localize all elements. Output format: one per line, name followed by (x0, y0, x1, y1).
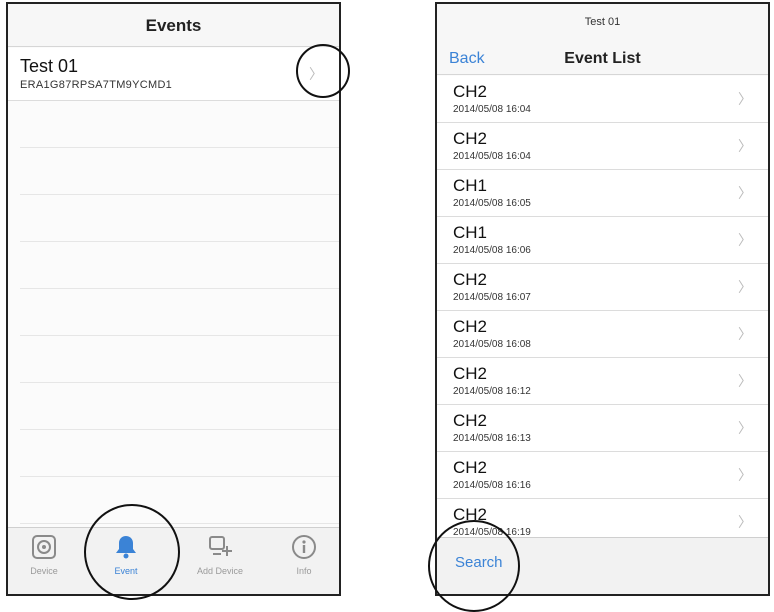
tab-label: Add Device (196, 566, 244, 576)
bell-icon (116, 536, 136, 559)
device-name: Test 01 (20, 56, 79, 76)
search-button[interactable]: Search (455, 554, 503, 571)
chevron-right-icon: 〉 (738, 232, 752, 248)
events-screen: Events Test 01 ERA1G87RPSA7TM9YCMD1 〉 De… (6, 2, 341, 596)
chevron-right-icon: 〉 (738, 185, 752, 201)
event-channel: CH2 (453, 82, 488, 101)
page-title: Events (145, 16, 202, 35)
page-title: Event List (564, 50, 641, 67)
event-row[interactable]: CH2 2014/05/08 16:04 〉 (437, 76, 768, 123)
event-time: 2014/05/08 16:04 (453, 151, 531, 162)
event-channel: CH2 (453, 364, 488, 383)
event-time: 2014/05/08 16:07 (453, 292, 531, 303)
list-separator (20, 382, 339, 383)
tab-bar: Device Event Add Device Info (8, 527, 339, 594)
event-channel: CH1 (453, 176, 488, 195)
chevron-right-icon: 〉 (738, 326, 752, 342)
event-time: 2014/05/08 16:08 (453, 339, 531, 350)
event-channel: CH1 (453, 223, 488, 242)
bottom-toolbar: Search (437, 537, 768, 594)
event-row[interactable]: CH2 2014/05/08 16:07 〉 (437, 264, 768, 311)
device-icon (32, 535, 56, 559)
event-channel: CH2 (453, 129, 488, 148)
event-time: 2014/05/08 16:12 (453, 386, 531, 397)
list-separator (20, 523, 339, 524)
chevron-right-icon: 〉 (738, 279, 752, 295)
event-time: 2014/05/08 16:05 (453, 198, 531, 209)
event-row[interactable]: CH2 2014/05/08 16:04 〉 (437, 123, 768, 170)
chevron-right-icon: 〉 (309, 66, 323, 82)
list-separator (20, 429, 339, 430)
list-separator (20, 288, 339, 289)
list-separator (20, 147, 339, 148)
chevron-right-icon: 〉 (738, 514, 752, 530)
chevron-right-icon: 〉 (738, 467, 752, 483)
list-separator (20, 476, 339, 477)
event-row[interactable]: CH2 2014/05/08 16:12 〉 (437, 358, 768, 405)
device-subtitle: Test 01 (584, 16, 621, 28)
tab-label: Device (30, 566, 58, 576)
chevron-right-icon: 〉 (738, 91, 752, 107)
event-channel: CH2 (453, 411, 488, 430)
event-channel: CH2 (453, 270, 488, 289)
tab-label: Event (114, 566, 138, 576)
tab-label: Info (296, 566, 312, 576)
list-separator (20, 241, 339, 242)
event-row[interactable]: CH2 2014/05/08 16:16 〉 (437, 452, 768, 499)
event-channel: CH2 (453, 317, 488, 336)
event-time: 2014/05/08 16:06 (453, 245, 531, 256)
tab-add-device[interactable]: Add Device (190, 534, 250, 576)
tab-event[interactable]: Event (96, 534, 156, 576)
chevron-right-icon: 〉 (738, 138, 752, 154)
tab-info[interactable]: Info (274, 534, 334, 576)
event-channel: CH2 (453, 458, 488, 477)
event-time: 2014/05/08 16:04 (453, 104, 531, 115)
info-icon (292, 535, 316, 559)
chevron-right-icon: 〉 (738, 420, 752, 436)
device-serial: ERA1G87RPSA7TM9YCMD1 (20, 79, 173, 91)
tab-device[interactable]: Device (14, 534, 74, 576)
add-device-icon (209, 536, 232, 556)
chevron-right-icon: 〉 (738, 373, 752, 389)
event-row[interactable]: CH2 2014/05/08 16:08 〉 (437, 311, 768, 358)
event-row[interactable]: CH1 2014/05/08 16:06 〉 (437, 217, 768, 264)
list-separator (20, 335, 339, 336)
event-row[interactable]: CH1 2014/05/08 16:05 〉 (437, 170, 768, 217)
event-list-screen: Test 01 Back Event List CH2 2014/05/08 1… (435, 2, 770, 596)
event-time: 2014/05/08 16:16 (453, 480, 531, 491)
nav-bar: Events (8, 4, 339, 47)
device-row[interactable]: Test 01 ERA1G87RPSA7TM9YCMD1 〉 (8, 48, 339, 101)
list-separator (20, 194, 339, 195)
nav-bar: Test 01 Back Event List (437, 4, 768, 75)
event-row[interactable]: CH2 2014/05/08 16:13 〉 (437, 405, 768, 452)
event-channel: CH2 (453, 505, 488, 524)
event-time: 2014/05/08 16:13 (453, 433, 531, 444)
